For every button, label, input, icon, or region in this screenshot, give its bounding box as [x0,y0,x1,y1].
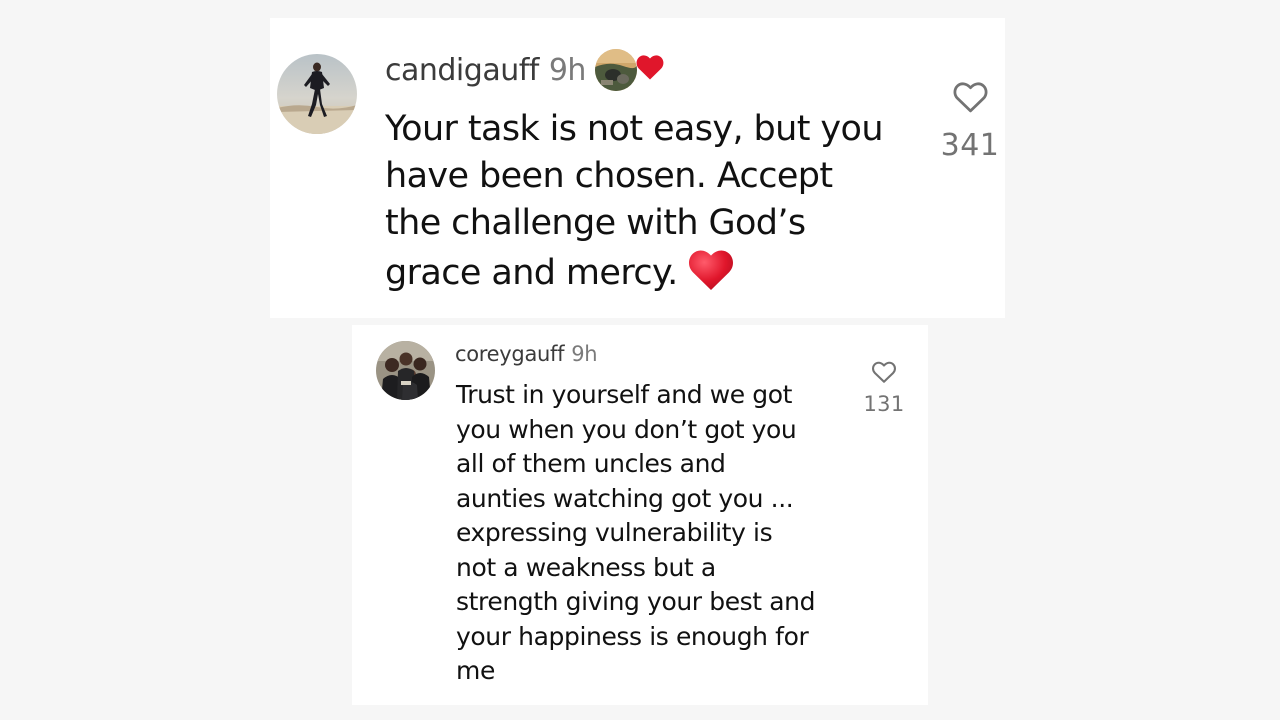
comment-username[interactable]: candigauff [385,53,539,88]
author-liked-avatar [594,49,637,91]
heart-outline-icon[interactable] [952,80,989,114]
comment-like-count: 341 [940,128,1000,163]
comment-like-group: 341 [934,80,1006,163]
avatar[interactable] [277,54,357,134]
reply-avatar[interactable] [376,341,435,400]
comment-text: Your task is not easy, but you have been… [385,106,930,297]
reply-like-count: 131 [863,392,905,416]
reply-line: aunties watching got you ... [456,483,794,513]
red-heart-icon [636,55,664,80]
reply-username[interactable]: coreygauff [455,342,565,366]
reply-line: expressing vulnerability is [456,518,773,547]
reply-timestamp: 9h [571,342,598,366]
comment-line-last: grace and mercy. [385,247,930,297]
reply-header: coreygauff 9h [455,339,598,369]
comment-line-text: grace and mercy. [385,253,678,293]
reply-line: your happiness is enough for [456,621,809,651]
heart-outline-icon[interactable] [871,360,897,384]
comment-timestamp: 9h [548,52,587,88]
comment-line: Your task is not easy, but you [385,109,884,149]
reply-line: Trust in yourself and we got [456,380,793,409]
comment-header: candigauff 9h [385,48,665,92]
reply-line: strength giving your best and [456,587,816,616]
reply-line: not a weakness but a [456,552,716,582]
comment-line: the challenge with God’s [385,203,806,243]
red-heart-emoji [688,250,733,290]
reply-text: Trust in yourself and we got you when yo… [456,378,876,689]
reply-line: all of them uncles and [456,449,726,478]
reply-line: me [456,656,495,685]
comment-line: have been chosen. Accept [385,156,833,196]
reply-like-group: 131 [856,360,912,416]
reply-line: you when you don’t got you [456,414,797,444]
